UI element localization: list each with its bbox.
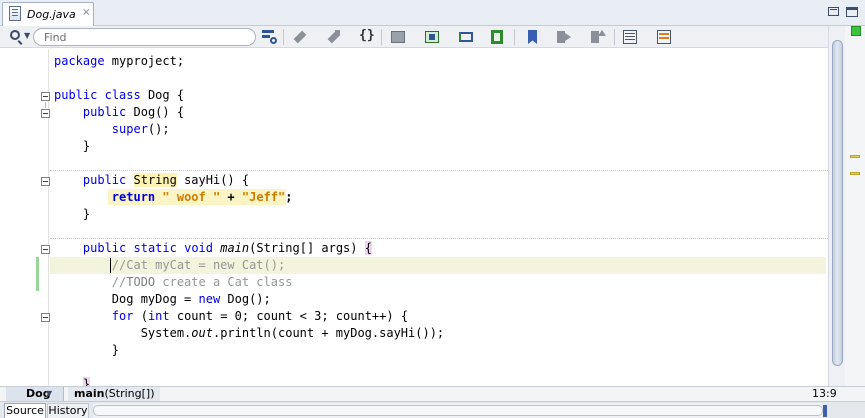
code-line-17: System.out.println(count + myDog.sayHi()… bbox=[140, 326, 445, 340]
code-line-16: for (int count = 0; count < 3; count++) … bbox=[111, 309, 409, 323]
code-line-20: } bbox=[54, 376, 91, 386]
toolbar-divider bbox=[283, 29, 284, 45]
change-marker bbox=[36, 257, 39, 291]
horizontal-scrollbar[interactable] bbox=[93, 403, 823, 418]
find-options-chevron-icon[interactable]: ▼ bbox=[24, 31, 30, 40]
comment-icon[interactable] bbox=[458, 29, 474, 45]
code-line-5: super(); bbox=[111, 122, 170, 136]
line-gutter bbox=[0, 49, 50, 386]
code-line-18: } bbox=[111, 343, 120, 357]
toggle-highlight-icon[interactable] bbox=[292, 29, 308, 45]
search-history-icon[interactable] bbox=[261, 29, 277, 45]
code-line-8: public String sayHi() { bbox=[82, 173, 250, 187]
next-bookmark-icon[interactable] bbox=[590, 29, 606, 45]
method-separator bbox=[50, 170, 828, 171]
editor-toolbar: ▼ {} bbox=[0, 26, 865, 48]
code-line-6: } bbox=[82, 139, 91, 153]
toolbar-divider bbox=[514, 29, 515, 45]
toolbar-divider bbox=[381, 29, 382, 45]
fold-toggle-icon[interactable] bbox=[41, 313, 50, 322]
tab-title: Dog.java bbox=[27, 8, 76, 21]
shift-line-right-icon[interactable] bbox=[424, 29, 440, 45]
fold-toggle-icon[interactable] bbox=[41, 177, 50, 186]
maximize-window-icon[interactable] bbox=[846, 7, 858, 17]
fold-toggle-icon[interactable] bbox=[41, 245, 50, 254]
code-line-12: public static void main(String[] args) { bbox=[82, 241, 372, 255]
previous-bookmark-icon[interactable] bbox=[556, 29, 572, 45]
breadcrumb-method-name: main bbox=[74, 387, 105, 400]
cursor-position: 13:9 bbox=[812, 387, 837, 400]
code-line-9: return " woof " + "Jeff"; bbox=[111, 190, 293, 204]
warning-marker[interactable] bbox=[850, 155, 860, 158]
toolbar-divider bbox=[614, 29, 615, 45]
no-errors-status-icon bbox=[851, 26, 861, 36]
code-editor[interactable]: package myproject; public class Dog { pu… bbox=[0, 49, 828, 386]
editor-tab-bar: Dog.java × bbox=[0, 0, 865, 26]
uncomment-icon[interactable] bbox=[490, 29, 506, 45]
breadcrumb-method[interactable]: main(String[]) bbox=[68, 387, 160, 401]
code-line-13: //Cat myCat = new Cat(); bbox=[111, 258, 286, 272]
code-line-3: public class Dog { bbox=[54, 88, 185, 102]
vertical-scrollbar[interactable] bbox=[828, 26, 845, 386]
code-line-4: public Dog() { bbox=[82, 105, 185, 119]
navigator-breadcrumb: Dog ▼ main(String[]) 13:9 bbox=[0, 386, 865, 401]
find-input[interactable] bbox=[33, 28, 256, 46]
tab-history[interactable]: History bbox=[47, 403, 89, 418]
code-line-10: } bbox=[82, 207, 91, 221]
vertical-scroll-thumb[interactable] bbox=[832, 40, 843, 366]
horizontal-scroll-thumb[interactable] bbox=[93, 405, 823, 416]
chevron-down-icon[interactable]: ▼ bbox=[46, 387, 52, 401]
fold-toggle-icon[interactable] bbox=[41, 109, 50, 118]
method-separator bbox=[50, 238, 828, 239]
java-file-icon bbox=[9, 6, 21, 21]
code-line-1: package myproject; bbox=[54, 54, 185, 68]
fold-guide bbox=[45, 102, 46, 108]
code-line-14: //TODO create a Cat class bbox=[111, 275, 293, 289]
breadcrumb-method-params: (String[]) bbox=[104, 387, 155, 400]
breadcrumb-class[interactable]: Dog ▼ bbox=[6, 387, 64, 401]
tab-dog-java[interactable]: Dog.java × bbox=[2, 2, 94, 26]
start-macro-icon[interactable] bbox=[622, 29, 638, 45]
close-tab-icon[interactable]: × bbox=[82, 7, 90, 19]
error-stripe[interactable] bbox=[845, 26, 865, 386]
toggle-bookmark-icon[interactable] bbox=[524, 29, 540, 45]
view-tabs: Source History bbox=[0, 401, 865, 418]
shift-line-left-icon[interactable] bbox=[390, 29, 406, 45]
scroll-end-marker bbox=[823, 405, 827, 417]
warning-marker[interactable] bbox=[850, 172, 860, 175]
restore-window-icon[interactable] bbox=[828, 7, 839, 16]
stop-macro-icon[interactable] bbox=[656, 29, 672, 45]
code-line-15: Dog myDog = new Dog(); bbox=[111, 292, 271, 306]
fold-toggle-icon[interactable] bbox=[41, 92, 50, 101]
toggle-rectangular-selection-icon[interactable] bbox=[326, 29, 342, 45]
tab-source[interactable]: Source bbox=[4, 403, 46, 418]
find-icon[interactable] bbox=[10, 30, 20, 40]
text-caret bbox=[110, 258, 111, 273]
brace-match-icon[interactable]: {} bbox=[358, 28, 375, 45]
